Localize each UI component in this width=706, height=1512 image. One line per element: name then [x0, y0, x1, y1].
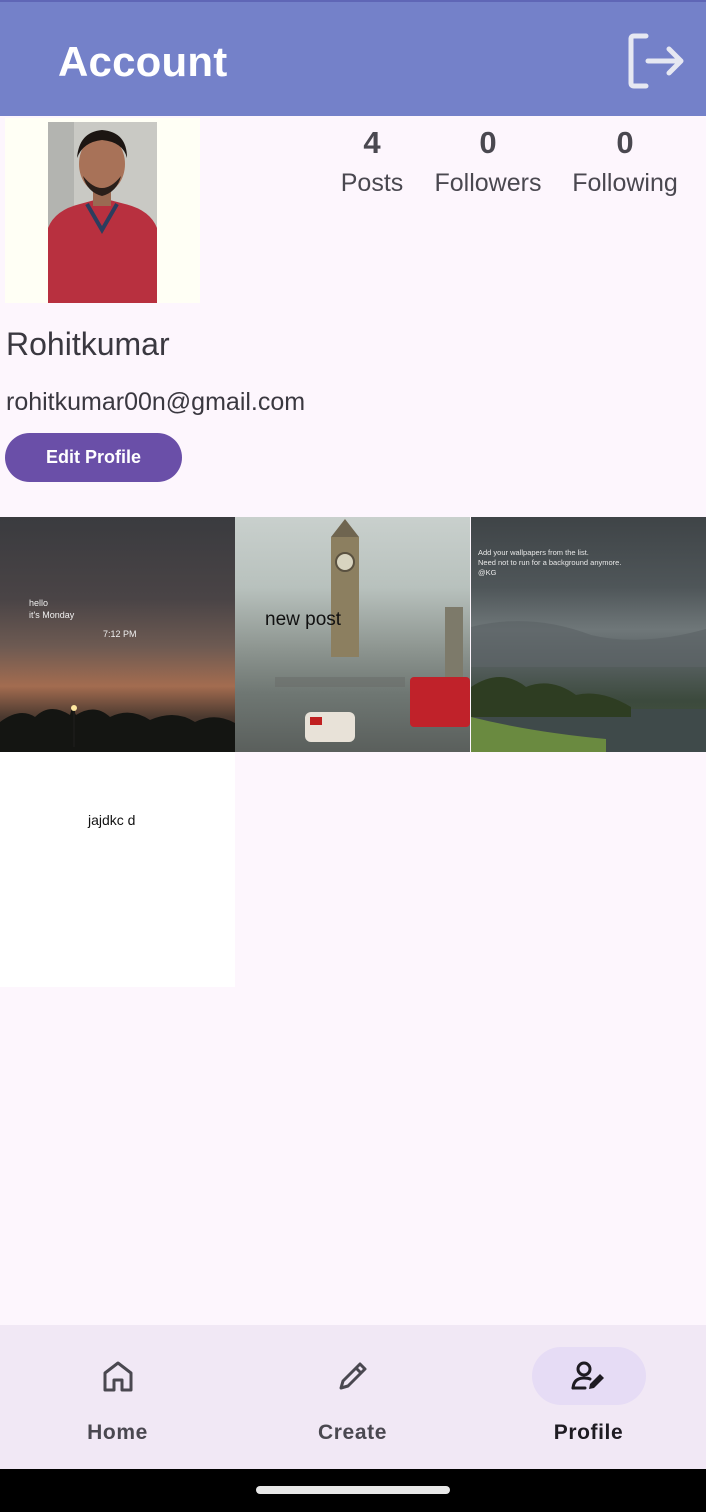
post-caption: new post — [265, 609, 342, 630]
home-icon — [103, 1361, 132, 1392]
rainy-city-scene — [275, 519, 470, 742]
nav-label-home: Home — [87, 1421, 148, 1444]
nav-item-home[interactable]: Home — [0, 1325, 235, 1469]
post-thumbnail[interactable]: hello it's Monday 7:12 PM — [0, 517, 235, 752]
stat-posts-value: 4 — [363, 125, 381, 160]
stat-following-label: Following — [572, 169, 678, 197]
nav-label-profile: Profile — [553, 1421, 624, 1444]
user-email: rohitkumar00n@gmail.com — [6, 388, 306, 416]
stat-followers-value: 0 — [479, 125, 497, 160]
bottom-navigation: Home Create Profile — [0, 1325, 706, 1469]
home-indicator[interactable] — [256, 1486, 450, 1494]
stat-followers-label: Followers — [434, 169, 542, 197]
post-overlay-text: Add your wallpapers from the list. Need … — [478, 548, 622, 577]
nav-pill-create — [296, 1347, 410, 1405]
stat-posts[interactable]: 4 Posts — [328, 125, 416, 198]
nav-pill-profile — [531, 1347, 646, 1405]
post-thumbnail[interactable]: new post — [235, 517, 470, 752]
stat-following[interactable]: 0 Following — [562, 125, 688, 198]
stat-posts-label: Posts — [340, 169, 404, 197]
logout-icon — [628, 33, 684, 89]
edit-profile-button[interactable]: Edit Profile — [5, 433, 182, 482]
system-navigation-bar — [0, 1469, 706, 1512]
pencil-icon — [339, 1362, 366, 1390]
post-overlay-time: 7:12 PM — [103, 629, 137, 639]
post-overlay-text: hello it's Monday — [29, 598, 75, 620]
user-name: Rohitkumar — [6, 326, 170, 362]
stat-followers[interactable]: 0 Followers — [424, 125, 552, 198]
nav-item-create[interactable]: Create — [235, 1325, 470, 1469]
profile-edit-icon — [571, 1361, 604, 1390]
nav-pill-home — [61, 1347, 175, 1405]
profile-stats: 4 Posts 0 Followers 0 Following — [0, 125, 706, 205]
post-thumbnail[interactable]: jajdkc d — [0, 752, 235, 987]
nav-item-profile[interactable]: Profile — [471, 1325, 706, 1469]
nav-label-create: Create — [318, 1421, 387, 1444]
page-title: Account — [58, 38, 228, 85]
logout-button[interactable] — [624, 30, 686, 92]
app-bar: Account — [0, 0, 706, 116]
post-caption: jajdkc d — [88, 812, 136, 828]
post-thumbnail[interactable]: Add your wallpapers from the list. Need … — [471, 517, 706, 752]
stat-following-value: 0 — [616, 125, 634, 160]
